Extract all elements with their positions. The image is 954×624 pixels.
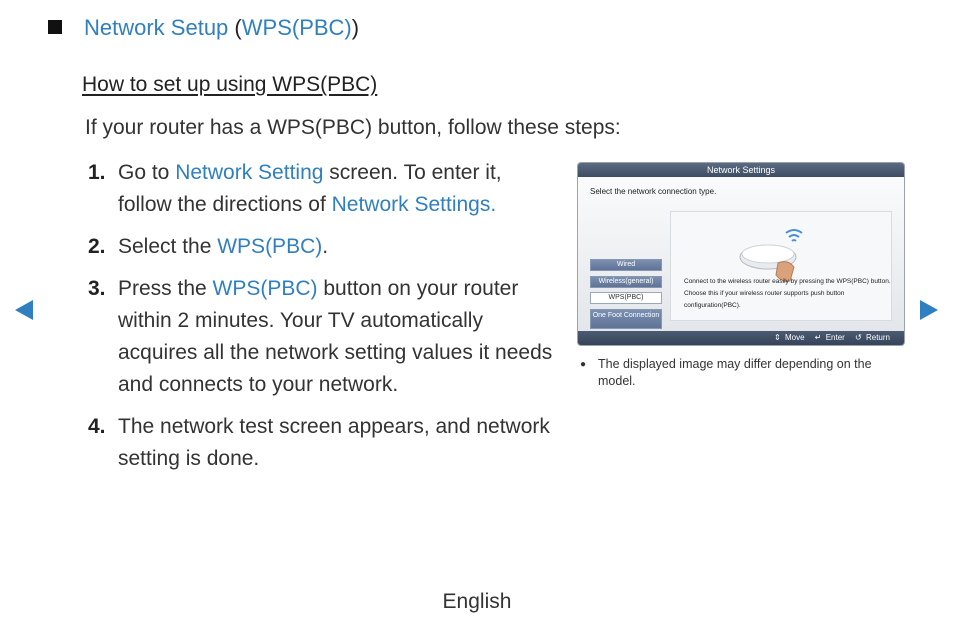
step-text: Select the WPS(PBC). bbox=[118, 231, 558, 263]
step-text: Go to Network Setting screen. To enter i… bbox=[118, 157, 558, 221]
tv-footer-move: Move bbox=[784, 333, 805, 342]
tv-option-wireless: Wireless(general) bbox=[590, 276, 662, 288]
step-3: 3. Press the WPS(PBC) button on your rou… bbox=[88, 273, 558, 401]
subsection-heading: How to set up using WPS(PBC) bbox=[82, 73, 378, 96]
tv-prompt: Select the network connection type. bbox=[590, 187, 717, 196]
link-network-setting[interactable]: Network Setting bbox=[175, 161, 323, 184]
note-text: The displayed image may differ depending… bbox=[598, 357, 872, 388]
step-number: 1. bbox=[88, 161, 106, 184]
section-title: Network Setup (WPS(PBC)) bbox=[48, 15, 359, 41]
step-4: 4. The network test screen appears, and … bbox=[88, 411, 558, 475]
step-number: 2. bbox=[88, 235, 106, 258]
section-title-paren-open: ( bbox=[228, 15, 242, 40]
tv-option-wps-pbc: WPS(PBC) bbox=[590, 292, 662, 304]
step-number: 3. bbox=[88, 277, 106, 300]
move-icon: ⇕ bbox=[774, 333, 781, 342]
enter-icon: ↵ bbox=[814, 333, 822, 342]
section-title-paren-close: ) bbox=[351, 15, 360, 40]
step-2: 2. Select the WPS(PBC). bbox=[88, 231, 558, 263]
square-bullet-icon bbox=[48, 20, 62, 34]
tv-option-one-foot: One Foot Connection bbox=[590, 309, 662, 329]
step-text-part: Press the bbox=[118, 277, 213, 300]
link-wps-pbc[interactable]: WPS(PBC) bbox=[217, 235, 322, 258]
triangle-right-icon[interactable] bbox=[920, 300, 938, 320]
tv-option-description: Connect to the wireless router easily by… bbox=[684, 278, 891, 309]
intro-text: If your router has a WPS(PBC) button, fo… bbox=[85, 116, 621, 139]
footer-language: English bbox=[442, 590, 512, 613]
step-number: 4. bbox=[88, 415, 106, 438]
step-text-part: . bbox=[322, 235, 329, 258]
section-title-sub: WPS(PBC) bbox=[241, 15, 352, 40]
tv-footer-return: Return bbox=[865, 333, 890, 342]
step-1: 1. Go to Network Setting screen. To ente… bbox=[88, 157, 558, 221]
tv-screen-title: Network Settings bbox=[578, 163, 904, 177]
triangle-left-icon[interactable] bbox=[15, 300, 33, 320]
step-text-part: Select the bbox=[118, 235, 218, 258]
return-icon: ↺ bbox=[855, 333, 862, 342]
router-illustration-icon bbox=[739, 229, 803, 282]
tv-option-wired: Wired bbox=[590, 259, 662, 271]
step-text-part: Go to bbox=[118, 161, 176, 184]
tv-footer-enter: Enter bbox=[825, 333, 845, 342]
section-title-main: Network Setup bbox=[84, 15, 229, 40]
link-network-settings[interactable]: Network Settings. bbox=[332, 193, 497, 216]
step-text: Press the WPS(PBC) button on your router… bbox=[118, 273, 558, 401]
tv-footer: ⇕ Move ↵ Enter ↺ Return bbox=[578, 331, 904, 345]
steps-list: 1. Go to Network Setting screen. To ente… bbox=[88, 157, 558, 485]
step-text: The network test screen appears, and net… bbox=[118, 415, 550, 470]
term-wps-pbc: WPS(PBC) bbox=[212, 277, 318, 300]
image-note: ● The displayed image may differ dependi… bbox=[580, 356, 900, 390]
note-bullet: ● bbox=[580, 359, 587, 370]
tv-screenshot: Network Settings Select the network conn… bbox=[577, 162, 905, 346]
